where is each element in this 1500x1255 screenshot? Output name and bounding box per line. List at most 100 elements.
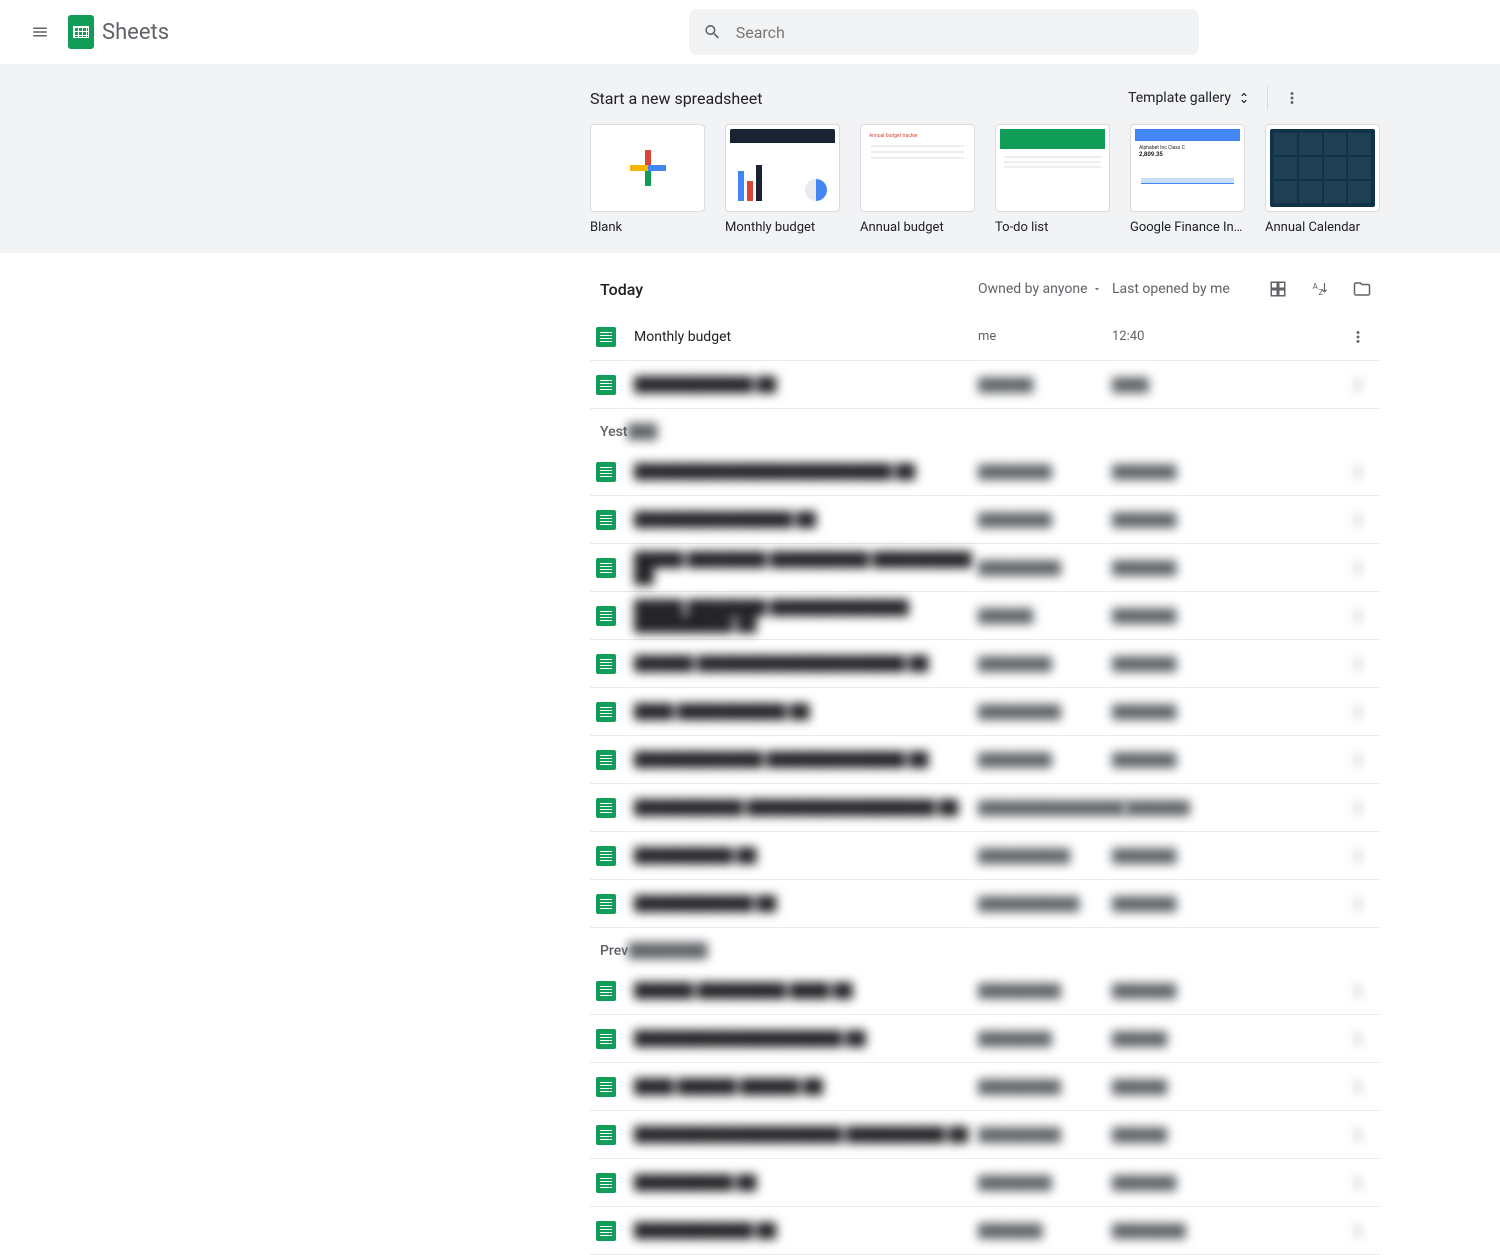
file-row[interactable]: ███████████ ███████████████████ ████████… [590,784,1380,832]
file-time: ███████ [1112,704,1246,720]
file-more-button[interactable] [1340,1069,1376,1105]
search-icon [703,22,722,42]
file-row[interactable]: ██████ █████████ ████ ██████████████████ [590,967,1380,1015]
template-thumbnail[interactable] [995,124,1110,212]
open-file-picker-button[interactable] [1344,271,1380,307]
unfold-icon [1237,91,1251,105]
more-vert-icon [1349,847,1367,865]
file-row[interactable]: █████ ████████ ██████████ ██████████ ███… [590,544,1380,592]
more-vert-icon [1349,463,1367,481]
file-more-button[interactable] [1340,838,1376,874]
template-thumbnail[interactable]: Alphabet Inc Class C2,809.35 [1130,124,1245,212]
template-thumbnail[interactable] [1265,124,1380,212]
file-more-button[interactable] [1340,550,1376,586]
sheets-file-icon [596,606,616,626]
template-gallery-label: Template gallery [1128,90,1231,106]
file-row[interactable]: █████████████████████ ████████████████ [590,1015,1380,1063]
owner-filter[interactable]: Owned by anyone [978,281,1112,297]
file-row[interactable]: █████████████████████ ██████████ ███████… [590,1111,1380,1159]
more-vert-icon [1349,1126,1367,1144]
sheets-file-icon [596,654,616,674]
file-row[interactable]: ████ ███████████ ██████████████████ [590,688,1380,736]
template-annual-calendar[interactable]: Annual Calendar [1265,124,1380,235]
file-row[interactable]: Monthly budgetme12:40 [590,313,1380,361]
file-row[interactable]: ██████████████████████████ █████████████… [590,448,1380,496]
file-name: ████ ██████ ██████ ██ [634,1078,978,1095]
file-more-button[interactable] [1340,502,1376,538]
file-row[interactable]: ██████████ ███████████████████ [590,832,1380,880]
file-owner: █████████ [978,704,1112,720]
sheets-file-icon [596,894,616,914]
file-row[interactable]: ████████████ ████████████████████ [590,880,1380,928]
template-label: Google Finance Invest… [1130,220,1245,235]
sheets-file-icon [596,798,616,818]
file-name: ██████████ ██ [634,847,978,864]
file-more-button[interactable] [1340,973,1376,1009]
more-vert-icon [1349,655,1367,673]
grid-view-button[interactable] [1260,271,1296,307]
more-options-button[interactable] [1274,80,1310,116]
file-row[interactable]: █████ ████████ ██████████████ ██████████… [590,592,1380,640]
file-more-button[interactable] [1340,886,1376,922]
file-more-button[interactable] [1340,367,1376,403]
sort-options-button[interactable]: AZ [1302,271,1338,307]
file-time: ██████ [1112,1079,1246,1095]
file-time: ███████ [1112,608,1246,624]
template-thumbnail[interactable] [725,124,840,212]
file-more-button[interactable] [1340,319,1376,355]
sheets-file-icon [596,462,616,482]
template-annual-budget[interactable]: Annual budget trackerAnnual budget [860,124,975,235]
file-more-button[interactable] [1340,694,1376,730]
file-row[interactable]: ██████ █████████████████████ ███████████… [590,640,1380,688]
file-time: ███████ [1112,1175,1246,1191]
template-gallery-button[interactable]: Template gallery [1118,84,1261,112]
file-list: Today Owned by anyone Last opened by me … [590,253,1380,1255]
template-thumbnail[interactable] [590,124,705,212]
sheets-file-icon [596,510,616,530]
file-more-button[interactable] [1340,1213,1376,1249]
file-row[interactable]: ████████████ █████████████████ [590,1207,1380,1255]
file-owner: ███████ [978,1223,1112,1239]
search-bar[interactable] [689,9,1199,55]
app-brand[interactable]: Sheets [68,15,169,49]
sort-label: Last opened by me [1112,281,1246,297]
template-monthly-budget[interactable]: Monthly budget [725,124,840,235]
file-row[interactable]: ████████████████ █████████████████ [590,496,1380,544]
file-more-button[interactable] [1340,454,1376,490]
folder-icon [1353,280,1371,298]
sheets-file-icon [596,1077,616,1097]
more-vert-icon [1349,1222,1367,1240]
file-row[interactable]: ██████████ █████████████████ [590,1159,1380,1207]
file-row[interactable]: ████████████ ████████████ [590,361,1380,409]
file-owner: ██████ [978,377,1112,393]
file-more-button[interactable] [1340,1117,1376,1153]
file-owner: ██████ [978,608,1112,624]
file-more-button[interactable] [1340,742,1376,778]
more-vert-icon [1349,607,1367,625]
file-time: ███████ [1112,560,1246,576]
sheets-file-icon [596,1173,616,1193]
more-vert-icon [1349,1174,1367,1192]
templates-title: Start a new spreadsheet [590,89,762,108]
file-row[interactable]: █████████████ ██████████████ ███████████… [590,736,1380,784]
file-more-button[interactable] [1340,1021,1376,1057]
file-owner: ████████ [978,656,1112,672]
template-label: To-do list [995,220,1110,235]
search-input[interactable] [736,23,1185,42]
file-more-button[interactable] [1340,790,1376,826]
file-more-button[interactable] [1340,598,1376,634]
main-menu-button[interactable] [16,8,64,56]
file-name: Monthly budget [634,329,978,345]
file-owner: █████████ [978,560,1112,576]
template-blank[interactable]: Blank [590,124,705,235]
file-more-button[interactable] [1340,1165,1376,1201]
template-thumbnail[interactable]: Annual budget tracker [860,124,975,212]
template-google-finance-invest-[interactable]: Alphabet Inc Class C2,809.35 Google Finan… [1130,124,1245,235]
file-row[interactable]: ████ ██████ ██████ █████████████████ [590,1063,1380,1111]
file-name: █████████████ ██████████████ ██ [634,751,978,768]
sheets-file-icon [596,1125,616,1145]
template-to-do-list[interactable]: To-do list [995,124,1110,235]
file-more-button[interactable] [1340,646,1376,682]
file-name: ██████ █████████████████████ ██ [634,655,978,672]
sheets-file-icon [596,702,616,722]
